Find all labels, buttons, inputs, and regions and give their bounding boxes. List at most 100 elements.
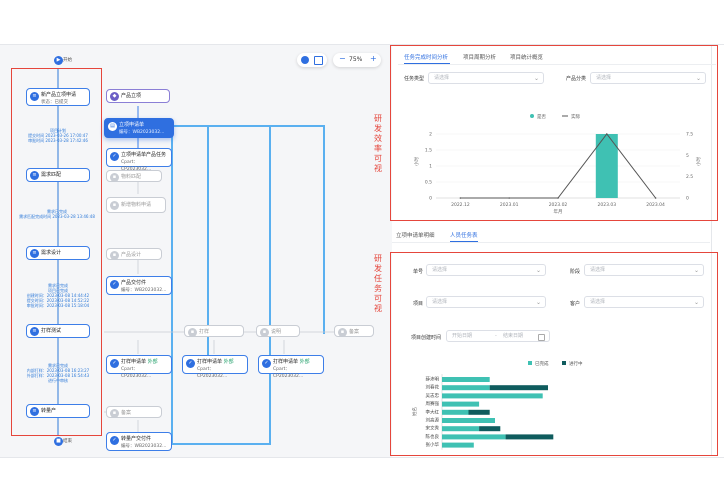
node-status: 状态：已提交 <box>41 100 68 105</box>
deliver-icon: ✓ <box>110 280 119 289</box>
chevron-down-icon: ⌄ <box>693 299 699 306</box>
note-icon: ▪ <box>110 408 119 418</box>
bar-done <box>442 393 543 399</box>
task-type-select[interactable]: 请选择 ⌄ <box>428 72 544 84</box>
bar-done <box>442 442 474 448</box>
task-time-chart: 是否 实际 0 0.5 1 1.5 2 0 2.5 5 7.5 小时 小时 2022.12 2023.01 2… <box>413 113 702 215</box>
order-no-select[interactable]: 请选择 ⌄ <box>426 264 546 276</box>
start-icon: ▶ <box>54 56 63 65</box>
bar-in-progress <box>505 434 554 440</box>
task-icon: ✓ <box>110 152 119 161</box>
cube-icon: ▪ <box>110 172 119 182</box>
node-proof-3[interactable]: ▪ 备案 <box>334 325 374 337</box>
flow-icon: ≡ <box>30 249 39 258</box>
product-category-select[interactable]: 请选择 ⌄ <box>590 72 706 84</box>
bar-done <box>442 434 506 440</box>
calendar-icon <box>538 334 545 341</box>
name-label: 张小华 <box>426 441 440 448</box>
node-material-match[interactable]: ▪ 物料匹配 <box>106 170 162 182</box>
x-axis-label: 年月 <box>554 208 563 215</box>
node-proof-apply-2[interactable]: ✓ 打样申请单 外部 Cpart：CP2023032... <box>182 355 248 379</box>
task-type-label: 任务类型 <box>404 76 425 82</box>
node-project-apply[interactable]: ▤ 立项申请单 编号：WB2023032... <box>104 118 174 138</box>
main-node-mass-production[interactable]: ≡ 转量产 <box>26 404 90 418</box>
node-material-apply[interactable]: ▪ 新增物料申请 <box>106 197 166 213</box>
fit-screen-icon[interactable] <box>314 56 323 65</box>
node-proof-apply-3[interactable]: ✓ 打样申请单 外部 Cpart：CP2023032... <box>258 355 324 379</box>
bar-in-progress <box>489 385 548 391</box>
node-product-deliver[interactable]: ✓ 产品交付件 编号：WB2023032... <box>106 276 172 295</box>
name-label: 陈也良 <box>426 433 440 440</box>
node-mass-deliver[interactable]: ✓ 转量产交付件 编号：WB2023032... <box>106 432 172 451</box>
main-node-demand-match[interactable]: ≡ 需求匹配 <box>26 168 90 182</box>
annotation-3: 需求已完成 项目已完成 创建时间：2023-03-08 14:44:42 提交时间：2… <box>26 283 90 308</box>
project-select[interactable]: 请选择 ⌄ <box>426 296 546 308</box>
name-label: 吴志忠 <box>426 392 440 399</box>
y2-axis-label: 小时 <box>695 157 702 166</box>
product-category-label: 产品分类 <box>566 76 587 82</box>
y2-tick-label: 2.5 <box>686 174 693 180</box>
main-node-new-product[interactable]: ≡ 新产品立项申请 状态：已提交 <box>26 88 90 106</box>
x-tick-label: 2022.12 <box>451 202 470 208</box>
annotation-1: 项目计划 提交时间 2023-03-26 17:00:47 审批时间 2023-03… <box>28 128 88 143</box>
node-title: 转量产 <box>41 408 57 414</box>
legend-label: 已完成 <box>535 360 549 367</box>
annotation-2: 需求已完成 需求匹配完成时间 2023-03-28 13:46:48 <box>19 209 95 219</box>
node-proof-2[interactable]: ▪ 说明 <box>256 325 300 337</box>
x-tick-label: 2023.03 <box>597 202 616 208</box>
y2-tick-label: 0 <box>686 196 689 202</box>
project-icon: ◆ <box>110 92 119 101</box>
line-point <box>654 197 657 199</box>
y2-tick-label: 5 <box>686 153 689 159</box>
stage-label: 阶段 <box>570 269 581 275</box>
node-proof-1[interactable]: ▪ 打样 <box>184 325 244 337</box>
legend-marker-done <box>528 361 532 365</box>
main-node-proof-test[interactable]: ≡ 打样测试 <box>26 324 90 338</box>
tab-personnel-task[interactable]: 人员任务表 <box>450 231 478 239</box>
flow-icon: ≡ <box>30 407 39 416</box>
view-controls <box>297 53 327 67</box>
date-range-picker[interactable]: 开始日期 - 结束日期 <box>446 330 550 342</box>
tab-divider <box>392 242 710 243</box>
name-label: 薛沛明 <box>426 376 440 383</box>
zoom-control: − 75% + <box>333 53 381 67</box>
zoom-in-button[interactable]: + <box>370 54 377 63</box>
customer-select[interactable]: 请选择 ⌄ <box>584 296 704 308</box>
flow-icon: ≡ <box>30 327 39 336</box>
chevron-down-icon: ⌄ <box>535 299 541 306</box>
bar-in-progress <box>479 426 501 432</box>
customer-label: 客户 <box>570 301 581 307</box>
locate-icon[interactable] <box>301 56 309 64</box>
chevron-down-icon: ⌄ <box>535 267 541 274</box>
node-title: 新产品立项申请 <box>41 92 77 98</box>
legend-label: 是否 <box>537 114 546 120</box>
zoom-out-button[interactable]: − <box>339 54 346 63</box>
legend-marker-bar <box>530 114 534 118</box>
y2-tick-label: 7.5 <box>686 132 693 138</box>
annotation-4: 需求已完成 内部打样：2023-03-08 16:23:27 外部打样：2023-0… <box>26 363 90 383</box>
node-product-task[interactable]: ✓ 立项申请单产品任务 Cpart：CP2023032... <box>106 148 172 172</box>
tab-project-apply-detail[interactable]: 立项申请单明细 <box>396 231 435 239</box>
tab-project-overview[interactable]: 项目统计概览 <box>510 53 543 61</box>
node-proof-apply-1[interactable]: ✓ 打样申请单 外部 Cpart：CP2023032... <box>106 355 172 379</box>
chevron-down-icon: ⌄ <box>533 75 539 82</box>
node-product-design[interactable]: ▪ 产品设计 <box>106 248 162 260</box>
bar-done <box>442 426 480 432</box>
node-product-project[interactable]: ◆ 产品立项 <box>106 89 170 103</box>
y-tick-label: 0 <box>429 196 432 202</box>
task-label: 研发任务可视 <box>374 254 382 313</box>
name-label: 宋文秀 <box>426 425 440 432</box>
line-point <box>459 197 462 199</box>
line-point <box>557 197 559 199</box>
tab-task-completion[interactable]: 任务完成时间分析 <box>404 53 448 61</box>
end-label: 结束 <box>63 439 72 444</box>
node-mass-note[interactable]: ▪ 备案 <box>106 406 162 418</box>
tab-project-cycle[interactable]: 项目周期分析 <box>463 53 496 61</box>
deliver-icon: ✓ <box>110 436 119 445</box>
node-title: 需求匹配 <box>41 172 62 178</box>
proof-icon: ▪ <box>188 327 197 337</box>
main-node-demand-design[interactable]: ≡ 需求设计 <box>26 246 90 260</box>
stage-select[interactable]: 请选择 ⌄ <box>584 264 704 276</box>
y-tick-label: 1 <box>429 164 432 170</box>
y-axis-label: 小时 <box>413 157 420 166</box>
